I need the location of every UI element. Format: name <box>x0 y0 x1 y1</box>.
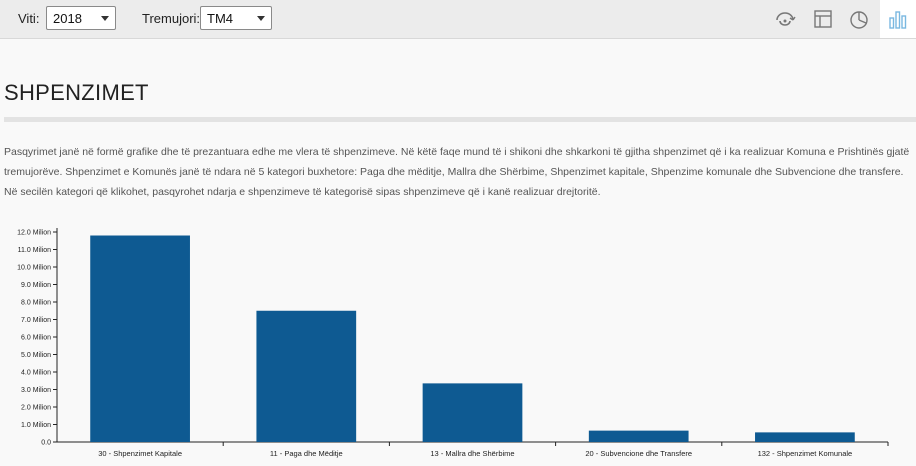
y-tick-label: 10.0 Milion <box>17 265 51 272</box>
y-tick-label: 0.0 <box>41 440 51 447</box>
bar-chart-icon <box>889 11 907 29</box>
chevron-down-icon <box>257 16 265 21</box>
page-description: Pasqyrimet janë në formë grafike dhe të … <box>4 146 910 198</box>
bar[interactable] <box>755 432 855 442</box>
year-select-value: 2018 <box>53 11 82 26</box>
table-icon[interactable] <box>812 8 834 30</box>
x-tick-label: 11 - Paga dhe Mëditje <box>270 449 343 458</box>
y-tick-label: 1.0 Milion <box>21 422 51 429</box>
quarter-select-value: TM4 <box>207 11 233 26</box>
y-tick-label: 4.0 Milion <box>21 370 51 377</box>
x-tick-label: 132 - Shpenzimet Komunale <box>758 449 853 458</box>
quarter-select[interactable]: TM4 <box>200 6 272 30</box>
x-tick-label: 13 - Mallra dhe Shërbime <box>430 449 514 458</box>
toolbar: Viti: 2018 Tremujori: TM4 <box>0 0 916 39</box>
y-tick-label: 5.0 Milion <box>21 352 51 359</box>
y-tick-label: 7.0 Milion <box>21 317 51 324</box>
bar[interactable] <box>90 235 190 443</box>
y-tick-label: 8.0 Milion <box>21 300 51 307</box>
year-select[interactable]: 2018 <box>46 6 116 30</box>
y-tick-label: 9.0 Milion <box>21 282 51 289</box>
bar-chart-tab[interactable] <box>880 0 916 38</box>
bar[interactable] <box>588 430 689 442</box>
y-tick-label: 11.0 Milion <box>18 247 51 254</box>
y-tick-label: 3.0 Milion <box>21 387 51 394</box>
bar[interactable] <box>256 310 357 442</box>
chevron-down-icon <box>101 16 109 21</box>
x-tick-label: 20 - Subvencione dhe Transfere <box>585 449 692 458</box>
page-title: SHPENZIMET <box>4 80 149 105</box>
y-tick-label: 12.0 Milion <box>17 230 51 237</box>
refresh-icon[interactable] <box>774 8 796 30</box>
year-label: Viti: <box>18 11 40 26</box>
x-tick-label: 30 - Shpenzimet Kapitale <box>98 449 182 458</box>
bar[interactable] <box>422 383 523 442</box>
quarter-label: Tremujori: <box>142 11 201 26</box>
expenses-bar-chart: 0.0 1.0 Milion 2.0 Milion 3.0 Milion 4.0 Mil… <box>17 228 889 458</box>
y-tick-label: 2.0 Milion <box>21 405 51 412</box>
title-divider <box>4 117 916 122</box>
y-tick-label: 6.0 Milion <box>21 335 51 342</box>
pie-chart-icon[interactable] <box>848 8 870 30</box>
